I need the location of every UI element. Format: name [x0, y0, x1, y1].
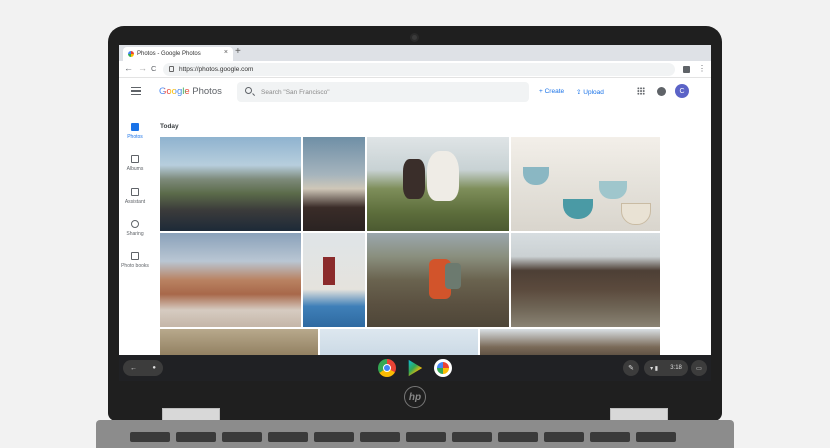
shelf-left-controls: ← ●	[123, 360, 163, 376]
keyboard-key	[498, 432, 538, 442]
overview-button[interactable]: ▭	[691, 360, 707, 376]
profile-icon[interactable]	[683, 66, 690, 73]
address-bar[interactable]: https://photos.google.com	[163, 63, 675, 76]
photo-church-at-dusk[interactable]	[303, 137, 365, 231]
photo-books-icon	[131, 252, 139, 260]
photo-hot-springs[interactable]	[160, 233, 301, 327]
keyboard-key	[268, 432, 308, 442]
chrome-icon-center	[383, 364, 391, 372]
tab-google-photos[interactable]: Photos - Google Photos ×	[123, 47, 233, 61]
reload-icon[interactable]: C	[151, 64, 156, 73]
search-placeholder: Search "San Francisco"	[261, 88, 330, 96]
photo-horses-field[interactable]	[367, 137, 509, 231]
close-tab-icon[interactable]: ×	[224, 49, 228, 56]
notifications-icon[interactable]	[657, 87, 666, 96]
search-icon	[245, 87, 252, 94]
nav-label-sharing: Sharing	[126, 231, 144, 237]
play-store-icon[interactable]	[408, 359, 423, 377]
upload-label: Upload	[583, 89, 604, 96]
logo-google: Google	[159, 86, 190, 97]
photo-house-facade[interactable]	[303, 233, 365, 327]
google-photos-logo[interactable]: Google Photos	[159, 86, 222, 97]
photo-teacups-window[interactable]	[511, 137, 660, 231]
status-tray[interactable]: ▾ ▮ 3:18	[644, 360, 688, 376]
photo-road-mountains[interactable]	[160, 137, 301, 231]
apps-grid-icon[interactable]	[637, 87, 645, 95]
google-photos-icon[interactable]	[434, 359, 452, 377]
dark-horse	[403, 159, 425, 199]
nav-label-assistant: Assistant	[124, 199, 146, 205]
albums-icon	[131, 155, 139, 163]
teacup	[599, 181, 627, 199]
nav-label-photos: Photos	[127, 134, 143, 140]
keyboard-key	[636, 432, 676, 442]
photo-hiker-camera[interactable]	[367, 233, 509, 327]
photos-header: Google Photos Search "San Francisco" + C…	[119, 79, 711, 105]
screen: Photos - Google Photos × + ← → C https:/…	[119, 45, 711, 381]
red-door	[323, 257, 335, 285]
keyboard-key	[314, 432, 354, 442]
nav-label-photo-books: Photo books	[121, 263, 149, 269]
keyboard-key	[590, 432, 630, 442]
keyboard-key	[130, 432, 170, 442]
keyboard-key	[176, 432, 216, 442]
white-horse	[427, 151, 459, 201]
nav-item-sharing[interactable]: Sharing	[119, 220, 151, 237]
pen-icon: ✎	[628, 365, 634, 372]
nav-item-photos[interactable]: Photos	[119, 123, 151, 140]
launcher-icon[interactable]: ●	[152, 365, 156, 371]
menu-icon[interactable]: ⋮	[698, 64, 706, 73]
photo-woman-rocks[interactable]	[511, 233, 660, 327]
tab-title: Photos - Google Photos	[137, 51, 201, 57]
shelf-back-icon[interactable]: ←	[130, 365, 137, 372]
nav-item-photo-books[interactable]: Photo books	[119, 252, 151, 269]
nav-item-assistant[interactable]: Assistant	[119, 188, 151, 205]
section-title-today: Today	[160, 123, 179, 130]
search-input[interactable]: Search "San Francisco"	[237, 82, 529, 102]
browser-toolbar: ← → C https://photos.google.com ⋮	[119, 61, 711, 78]
google-photos-favicon	[128, 51, 134, 57]
tab-strip: Photos - Google Photos × +	[119, 45, 711, 61]
new-tab-button[interactable]: +	[235, 46, 241, 57]
overview-icon: ▭	[696, 365, 702, 372]
forward-arrow-icon[interactable]: →	[138, 63, 147, 73]
hiker-backpack	[445, 263, 461, 289]
sharing-icon	[131, 220, 139, 228]
teacup	[621, 203, 651, 225]
upload-button[interactable]: ⇪ Upload	[576, 88, 604, 96]
avatar[interactable]: C	[675, 84, 689, 98]
keyboard-key	[222, 432, 262, 442]
keyboard-key	[360, 432, 400, 442]
nav-label-albums: Albums	[126, 166, 144, 172]
clock: 3:18	[670, 365, 682, 371]
teacup	[523, 167, 549, 185]
hp-logo: hp	[404, 386, 426, 408]
wifi-battery-icon: ▾ ▮	[650, 365, 659, 372]
chromeos-shelf: ← ● ✎ ▾ ▮ 3:18 ▭	[119, 355, 711, 381]
keyboard-key	[544, 432, 584, 442]
nav-item-albums[interactable]: Albums	[119, 155, 151, 172]
keyboard-key	[406, 432, 446, 442]
photos-icon	[131, 123, 139, 131]
create-button[interactable]: + Create	[539, 88, 564, 95]
logo-photos: Photos	[192, 86, 222, 97]
main-menu-icon[interactable]	[131, 87, 141, 95]
stylus-button[interactable]: ✎	[623, 360, 639, 376]
webcam	[410, 33, 419, 42]
photos-pinwheel	[437, 362, 449, 374]
teacup	[563, 199, 593, 219]
lock-icon	[169, 66, 174, 72]
url-text: https://photos.google.com	[179, 66, 254, 73]
back-arrow-icon[interactable]: ←	[124, 63, 133, 73]
keyboard-key	[452, 432, 492, 442]
assistant-icon	[131, 188, 139, 196]
chrome-icon[interactable]	[378, 359, 396, 377]
